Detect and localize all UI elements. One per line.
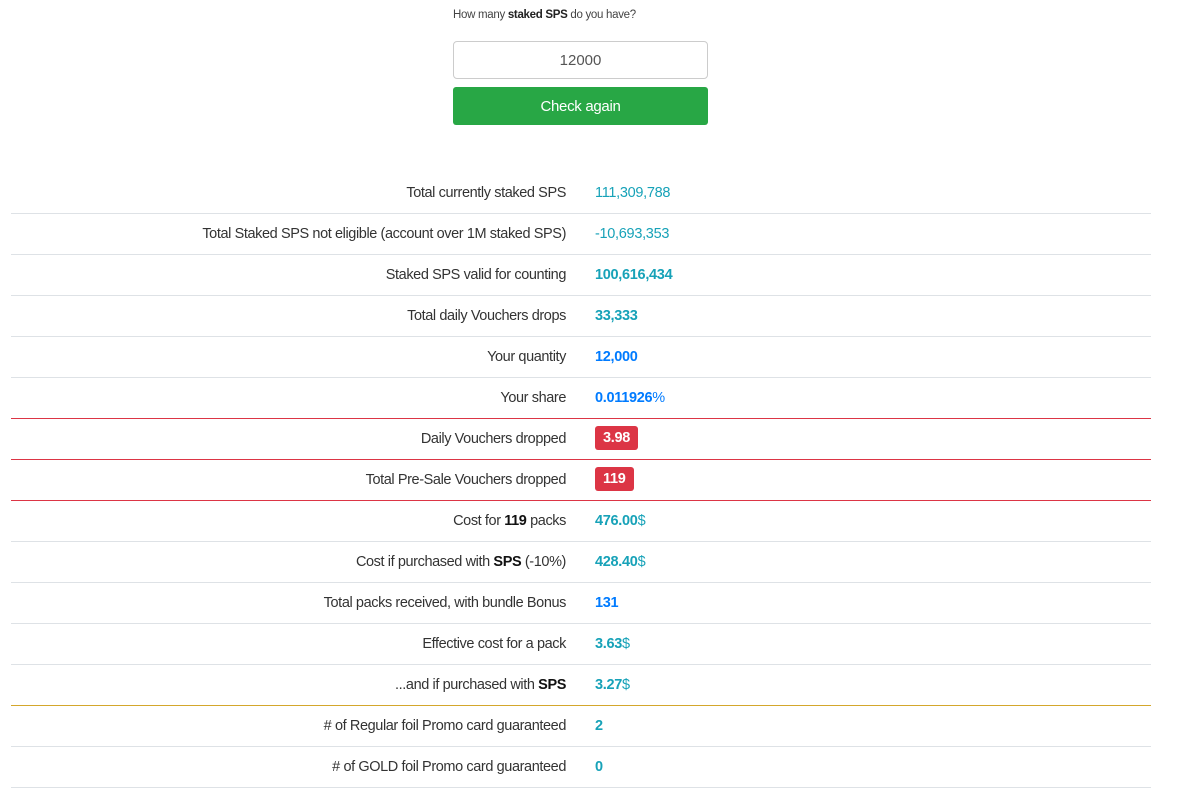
staked-sps-question: How many staked SPS do you have? [453, 9, 636, 21]
your-quantity-label: Your quantity [487, 349, 566, 365]
table-row: Total Pre-Sale Vouchers dropped 119 [11, 460, 1151, 501]
check-again-button[interactable]: Check again [453, 87, 708, 125]
cost-for-packs-label: Cost for 119 packs [453, 513, 566, 529]
effective-cost-sps-value: 3.27$ [595, 677, 630, 693]
table-row: # of Regular foil Promo card guaranteed … [11, 706, 1151, 747]
total-packs-label: Total packs received, with bundle Bonus [323, 595, 567, 611]
total-packs-value: 131 [595, 595, 619, 611]
presale-vouchers-dropped-label: Total Pre-Sale Vouchers dropped [365, 472, 567, 488]
percent-unit: % [652, 390, 665, 406]
effective-cost-value: 3.63$ [595, 636, 630, 652]
daily-vouchers-badge: 3.98 [595, 426, 639, 451]
daily-drops-label: Total daily Vouchers drops [407, 308, 566, 324]
table-row: Daily Vouchers dropped 3.98 [11, 419, 1151, 460]
daily-drops-value: 33,333 [595, 308, 638, 324]
effective-cost-sps-label: ...and if purchased with SPS [395, 677, 566, 693]
table-row: # of GOLD foil Promo card guaranteed 0 [11, 747, 1151, 788]
table-row: Total Staked SPS not eligible (account o… [11, 214, 1151, 255]
your-share-value: 0.011926% [595, 390, 665, 406]
your-share-label: Your share [500, 390, 566, 406]
table-row: Your quantity 12,000 [11, 337, 1151, 378]
daily-vouchers-dropped-label: Daily Vouchers dropped [420, 431, 567, 447]
table-row: Cost for 119 packs 476.00$ [11, 501, 1151, 542]
cost-with-sps-label: Cost if purchased with SPS (-10%) [355, 554, 566, 570]
regular-promo-label: # of Regular foil Promo card guaranteed [323, 718, 567, 734]
gold-promo-value: 0 [595, 759, 603, 775]
regular-promo-value: 2 [595, 718, 603, 734]
staked-sps-input[interactable] [453, 41, 708, 79]
table-row: Your share 0.011926% [11, 378, 1151, 419]
valid-for-counting-label: Staked SPS valid for counting [385, 267, 567, 283]
question-emphasis: staked SPS [507, 9, 568, 21]
total-staked-value: 111,309,788 [595, 185, 671, 201]
valid-for-counting-value: 100,616,434 [595, 267, 673, 283]
table-row: Staked SPS valid for counting 100,616,43… [11, 255, 1151, 296]
total-staked-label: Total currently staked SPS [406, 185, 566, 201]
your-quantity-value: 12,000 [595, 349, 638, 365]
not-eligible-label: Total Staked SPS not eligible (account o… [202, 226, 566, 242]
table-row: Effective cost for a pack 3.63$ [11, 624, 1151, 665]
table-row: Total packs received, with bundle Bonus … [11, 583, 1151, 624]
table-row: Total currently staked SPS 111,309,788 [11, 173, 1151, 214]
voucher-stats-table: Total currently staked SPS 111,309,788 T… [11, 173, 1151, 788]
cost-with-sps-value: 428.40$ [595, 554, 646, 570]
table-row: ...and if purchased with SPS 3.27$ [11, 665, 1151, 706]
effective-cost-label: Effective cost for a pack [422, 636, 566, 652]
not-eligible-value: -10,693,353 [595, 226, 670, 242]
table-row: Cost if purchased with SPS (-10%) 428.40… [11, 542, 1151, 583]
gold-promo-label: # of GOLD foil Promo card guaranteed [332, 759, 566, 775]
cost-for-packs-value: 476.00$ [595, 513, 646, 529]
table-row: Total daily Vouchers drops 33,333 [11, 296, 1151, 337]
presale-vouchers-badge: 119 [595, 467, 634, 492]
